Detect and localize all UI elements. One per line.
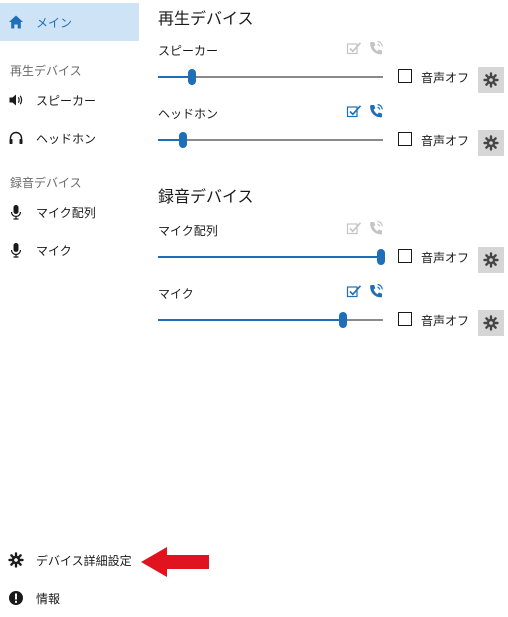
device-settings-button[interactable] [478,247,504,273]
sidebar-item-device-settings[interactable]: デバイス詳細設定 [0,541,139,579]
sidebar-item-headphones[interactable]: ヘッドホン [0,119,139,157]
default-device-check-icon [346,103,362,119]
sidebar-item-mic-array[interactable]: マイク配列 [0,193,139,231]
device-name: スピーカー [158,44,219,58]
section-header-playback: 再生デバイス [10,64,82,78]
sidebar: メイン 再生デバイス スピーカー ヘッドホン 録音デバイス マイク配列 マイク … [0,0,139,608]
device-name: マイク [158,287,194,301]
sidebar-item-label: デバイス詳細設定 [36,553,132,568]
sidebar-item-label: メイン [36,15,73,30]
slider-thumb[interactable] [338,312,347,328]
gear-icon [483,72,499,88]
section-header-recording: 録音デバイス [10,176,82,190]
device-settings-button[interactable] [478,310,504,336]
default-device-check-icon [346,40,362,56]
slider-fill [158,319,343,321]
sidebar-item-speaker[interactable]: スピーカー [0,81,139,119]
mute-checkbox[interactable] [398,69,412,83]
gear-icon [483,252,499,268]
sidebar-item-label: 情報 [36,591,61,606]
mute-label: 音声オフ [421,134,470,148]
gear-icon [483,315,499,331]
recording-devices-title: 録音デバイス [158,187,254,206]
device-name: マイク配列 [158,224,218,238]
sidebar-item-info[interactable]: 情報 [0,579,139,617]
sidebar-item-label: マイク配列 [36,205,96,220]
device-mic: マイク 音声オフ [139,283,508,345]
mute-label: 音声オフ [421,71,470,85]
microphone-icon [8,242,24,258]
mute-checkbox[interactable] [398,249,412,263]
volume-slider[interactable] [158,132,383,148]
volume-slider[interactable] [158,249,385,265]
slider-track [158,139,383,141]
default-communication-phone-icon [368,220,384,236]
device-mic-array: マイク配列 音声オフ [139,220,508,282]
device-name: ヘッドホン [158,107,219,121]
sidebar-item-main[interactable]: メイン [0,3,139,41]
device-settings-button[interactable] [478,130,504,156]
slider-fill [158,256,381,258]
slider-thumb[interactable] [376,249,385,265]
volume-slider[interactable] [158,312,383,328]
mute-checkbox[interactable] [398,132,412,146]
default-communication-phone-icon [368,40,384,56]
volume-slider[interactable] [158,69,383,85]
microphone-icon [8,204,24,220]
slider-thumb[interactable] [187,69,196,85]
mute-checkbox[interactable] [398,312,412,326]
mute-label: 音声オフ [421,251,470,265]
sidebar-item-mic[interactable]: マイク [0,231,139,269]
sidebar-item-label: ヘッドホン [36,131,97,146]
default-communication-phone-icon [368,283,384,299]
device-settings-button[interactable] [478,67,504,93]
main-panel: 再生デバイス スピーカー 音声オフ ヘッドホン 音声オフ 録音デバイス マイク配… [139,0,508,608]
default-device-check-icon [346,220,362,236]
sidebar-item-label: マイク [36,243,72,258]
gear-icon [8,552,24,568]
slider-fill [158,76,192,78]
default-device-check-icon [346,283,362,299]
device-speaker: スピーカー 音声オフ [139,40,508,102]
speaker-icon [8,92,24,108]
mute-label: 音声オフ [421,314,470,328]
device-headphones: ヘッドホン 音声オフ [139,103,508,165]
home-icon [8,14,24,30]
default-communication-phone-icon [368,103,384,119]
info-icon [8,590,24,606]
slider-thumb[interactable] [178,132,187,148]
gear-icon [483,135,499,151]
sidebar-item-label: スピーカー [36,93,97,108]
headphones-icon [8,130,24,146]
playback-devices-title: 再生デバイス [158,9,254,28]
